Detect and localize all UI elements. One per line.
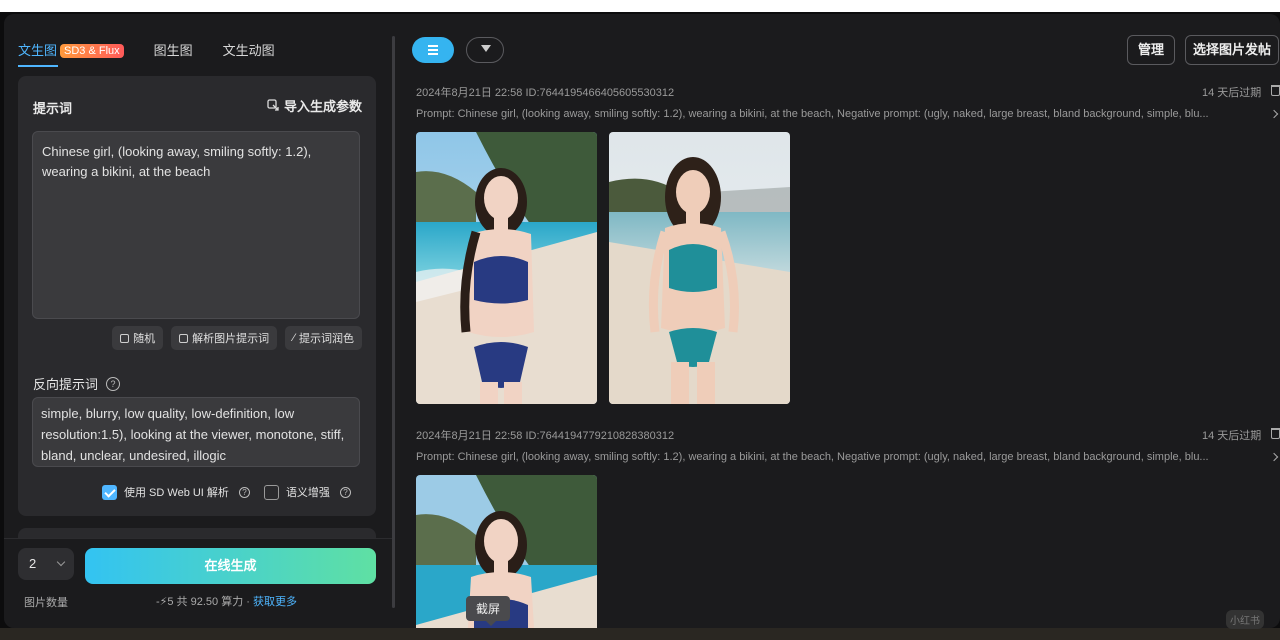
get-more-link[interactable]: 获取更多 xyxy=(253,596,297,608)
polish-prompt-button[interactable]: ⁄ 提示词润色 xyxy=(285,326,362,350)
import-params-button[interactable]: 导入生成参数 xyxy=(267,96,362,115)
prompt-textarea[interactable]: Chinese girl, (looking away, smiling sof… xyxy=(32,131,360,319)
tab-text-to-animation[interactable]: 文生动图 xyxy=(223,40,275,67)
quantity-value: 2 xyxy=(29,556,37,571)
chevron-right-icon[interactable] xyxy=(1269,452,1279,462)
help-icon[interactable]: ? xyxy=(238,486,250,498)
chevron-down-icon xyxy=(56,557,66,567)
compute-cost: -⚡5 共 92.50 算力 · 获取更多 xyxy=(156,593,297,609)
negative-prompt-header: 反向提示词 ? xyxy=(33,374,121,393)
tab-label: 文生图 xyxy=(18,43,58,58)
watermark: 小红书 xyxy=(1226,610,1264,629)
top-screen-strip xyxy=(0,0,1280,12)
import-icon xyxy=(267,99,279,111)
parse-image-prompt-button[interactable]: 解析图片提示词 xyxy=(171,326,278,350)
image-icon xyxy=(179,333,189,343)
model-badge: SD3 & Flux xyxy=(60,44,124,58)
prompt-tools: 随机 解析图片提示词 ⁄ 提示词润色 xyxy=(112,326,362,350)
panel-divider[interactable] xyxy=(392,36,395,608)
bottom-screen-strip xyxy=(0,628,1280,640)
app-window: 文生图 SD3 & Flux 图生图 文生动图 提示词 导入生成参数 Chines… xyxy=(4,14,1280,628)
record-prompt[interactable]: Prompt: Chinese girl, (looking away, smi… xyxy=(416,451,1266,463)
tab-label: 文生动图 xyxy=(222,43,275,58)
parse-options: 使用 SD Web UI 解析 ? 语义增强 ? xyxy=(102,484,365,500)
semantic-enhance-checkbox[interactable] xyxy=(263,484,279,500)
prompt-title: 提示词 xyxy=(33,101,73,116)
sdwebui-checkbox[interactable] xyxy=(102,484,117,500)
wand-icon: ⁄ xyxy=(293,332,295,344)
help-icon[interactable]: ? xyxy=(106,376,121,391)
record-meta: 2024年8月21日 22:58 ID:764419546640560553​0… xyxy=(416,87,675,99)
left-panel: 文生图 SD3 & Flux 图生图 文生动图 提示词 导入生成参数 Chines… xyxy=(4,14,392,628)
tool-label: 解析图片提示词 xyxy=(192,333,270,345)
record-prompt[interactable]: Prompt: Chinese girl, (looking away, smi… xyxy=(416,108,1266,120)
generated-image[interactable] xyxy=(416,132,597,404)
tab-image-to-image[interactable]: 图生图 xyxy=(154,40,193,67)
import-label: 导入生成参数 xyxy=(283,99,362,114)
negative-prompt-textarea[interactable]: simple, blurry, low quality, low-definit… xyxy=(32,397,360,467)
dice-icon xyxy=(120,333,130,343)
mode-tabs: 文生图 SD3 & Flux 图生图 文生动图 xyxy=(18,40,305,67)
generate-button[interactable]: 在线生成 xyxy=(85,548,376,584)
record-expiry: 14 天后过期 xyxy=(1202,87,1262,99)
sdwebui-label: 使用 SD Web UI 解析 xyxy=(124,487,229,499)
list-icon xyxy=(428,45,438,55)
list-view-button[interactable] xyxy=(412,37,454,63)
chevron-right-icon[interactable] xyxy=(1269,109,1279,119)
next-card-peek xyxy=(18,528,376,538)
filter-button[interactable] xyxy=(466,37,504,63)
random-button[interactable]: 随机 xyxy=(112,326,164,350)
footer-divider xyxy=(4,538,392,539)
trash-icon[interactable] xyxy=(1271,85,1280,96)
tab-text-to-image[interactable]: 文生图 SD3 & Flux xyxy=(18,40,124,67)
filter-icon xyxy=(481,45,491,52)
quantity-label: 图片数量 xyxy=(24,597,68,609)
tool-label: 随机 xyxy=(133,333,156,345)
manage-button[interactable]: 管理 xyxy=(1127,35,1175,65)
prompt-card: 提示词 导入生成参数 Chinese girl, (looking away, … xyxy=(18,76,376,516)
record-meta: 2024年8月21日 22:58 ID:76441947792108283803… xyxy=(416,430,675,442)
tool-label: 提示词润色 xyxy=(299,333,354,345)
screenshot-tooltip: 截屏 xyxy=(466,596,511,626)
results-panel: 管理 选择图片发帖 2024年8月21日 22:58 ID:7644195466… xyxy=(400,14,1280,628)
tab-label: 图生图 xyxy=(153,43,193,58)
cost-text: -⚡5 共 92.50 算力 · xyxy=(156,596,253,608)
generated-image[interactable] xyxy=(609,132,790,404)
negative-prompt-title: 反向提示词 xyxy=(33,377,99,392)
record-expiry: 14 天后过期 xyxy=(1202,430,1262,442)
semantic-enhance-label: 语义增强 xyxy=(285,487,330,499)
select-post-button[interactable]: 选择图片发帖 xyxy=(1185,35,1279,65)
help-icon[interactable]: ? xyxy=(339,486,351,498)
trash-icon[interactable] xyxy=(1271,428,1280,439)
quantity-select[interactable]: 2 xyxy=(18,548,74,580)
